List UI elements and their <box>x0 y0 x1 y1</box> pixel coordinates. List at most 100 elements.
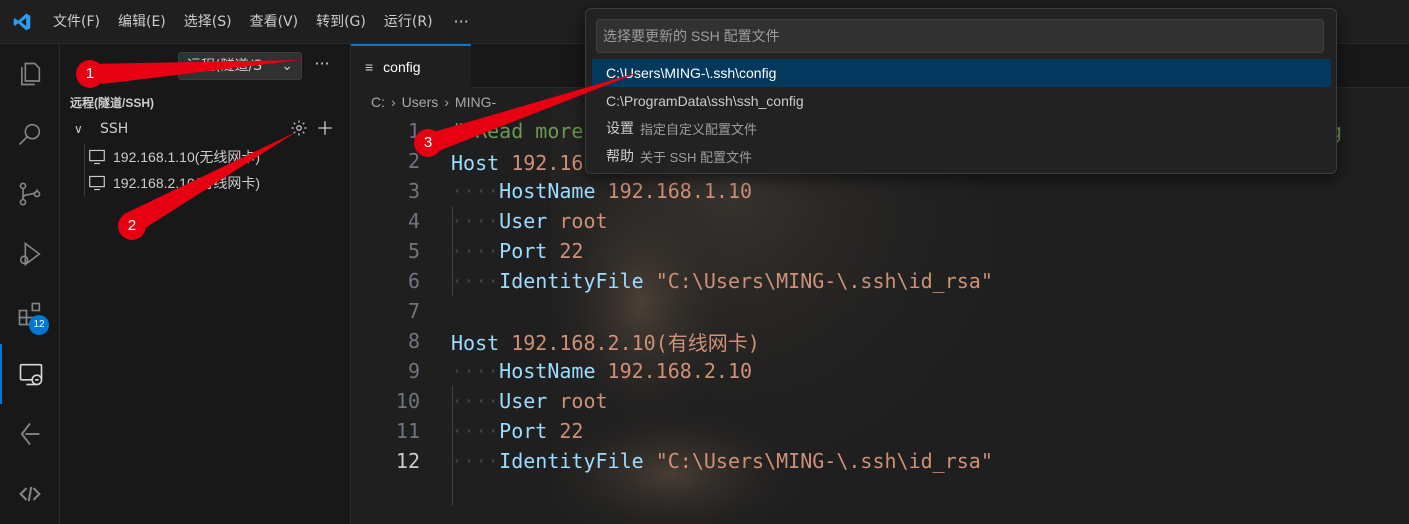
line-number: 12 <box>395 449 420 473</box>
quick-pick-item[interactable]: 帮助 关于 SSH 配置文件 <box>592 142 1331 170</box>
code-line: 4 ····User root <box>351 206 1409 236</box>
code-token: ···· <box>451 179 500 203</box>
code-token: HostName <box>499 179 608 203</box>
code-token: ···· <box>451 359 500 383</box>
line-text: ····User root <box>451 389 608 413</box>
quick-pick-item-label: 设置 <box>606 120 634 136</box>
tab-config[interactable]: ≡ config <box>351 44 471 88</box>
code-token: 22 <box>559 239 584 263</box>
remote-explorer-icon[interactable] <box>0 344 60 404</box>
code-token: Port <box>499 239 560 263</box>
chevron-right-icon: › <box>444 94 449 110</box>
annotation-badge-2: 2 <box>118 212 146 240</box>
code-token: root <box>559 389 608 413</box>
line-number: 7 <box>407 299 420 323</box>
code-line: 5 ····Port 22 <box>351 236 1409 266</box>
quick-pick-item-label: C:\Users\MING-\.ssh\config <box>606 65 777 81</box>
menu-item[interactable]: 运行(R) <box>375 0 442 44</box>
code-token: IdentityFile <box>499 269 656 293</box>
breadcrumb-item[interactable]: C: <box>371 94 385 110</box>
line-number: 11 <box>395 419 420 443</box>
code-token: 22 <box>559 419 584 443</box>
menu-more-button[interactable]: ··· <box>442 12 481 31</box>
menu-item[interactable]: 选择(S) <box>175 0 241 44</box>
chevron-right-icon: › <box>391 94 396 110</box>
git-lens-icon[interactable] <box>0 404 60 464</box>
line-number: 2 <box>407 149 420 173</box>
vscode-logo <box>0 0 44 44</box>
line-text: ····IdentityFile "C:\Users\MING-\.ssh\id… <box>451 269 993 293</box>
run-debug-icon[interactable] <box>0 224 60 284</box>
add-icon[interactable] <box>316 119 334 141</box>
host-label: 192.168.1.10(无线网卡) <box>113 149 261 165</box>
line-number: 4 <box>407 209 420 233</box>
code-token: Host <box>451 330 512 355</box>
line-text: ····Port 22 <box>451 419 583 443</box>
line-number: 6 <box>407 269 420 293</box>
code-token: IdentityFile <box>499 449 656 473</box>
quick-pick-item-label: C:\ProgramData\ssh\ssh_config <box>606 93 804 109</box>
code-token: "C:\Users\MING-\.ssh\id_rsa" <box>655 269 993 293</box>
gear-icon[interactable] <box>290 119 308 141</box>
search-icon[interactable] <box>0 104 60 164</box>
extensions-icon[interactable]: 12 <box>0 284 60 344</box>
code-line: 10 ····User root <box>351 386 1409 416</box>
menu-item[interactable]: 编辑(E) <box>109 0 175 44</box>
code-line: 11 ····Port 22 <box>351 416 1409 446</box>
code-token: ···· <box>451 209 500 233</box>
menu-item[interactable]: 文件(F) <box>44 0 109 44</box>
remote-icon[interactable] <box>0 464 60 524</box>
line-text: ····HostName 192.168.2.10 <box>451 359 752 383</box>
host-label: 192.168.2.10(有线网卡) <box>113 175 261 191</box>
line-number: 5 <box>407 239 420 263</box>
quick-pick-item[interactable]: C:\Users\MING-\.ssh\config <box>592 59 1331 87</box>
code-token: ···· <box>451 269 500 293</box>
chevron-down-icon: ∨ <box>74 122 83 136</box>
quick-pick-item[interactable]: C:\ProgramData\ssh\ssh_config <box>592 87 1331 115</box>
code-line: 3 ····HostName 192.168.1.10 <box>351 176 1409 206</box>
line-text: ····User root <box>451 209 608 233</box>
quick-pick-item-description: 指定自定义配置文件 <box>640 121 758 137</box>
code-token: ···· <box>451 389 500 413</box>
code-token: 192.168.1.10 <box>607 179 753 203</box>
ssh-group-label: SSH <box>100 121 129 137</box>
line-number: 3 <box>407 179 420 203</box>
remote-type-select[interactable]: 远程(隧道/S ⌄ <box>178 52 302 80</box>
quick-pick-item[interactable]: 设置 指定自定义配置文件 <box>592 114 1331 142</box>
breadcrumb: C: › Users › MING- <box>371 94 496 110</box>
code-token: 192.168.2.10 <box>607 359 753 383</box>
code-token: Port <box>499 419 560 443</box>
activity-bar: 12 <box>0 44 60 524</box>
breadcrumb-item[interactable]: Users <box>402 94 439 110</box>
remote-type-select-value: 远程(隧道/S <box>187 58 263 74</box>
line-number: 8 <box>407 329 420 353</box>
code-line: 8 Host 192.168.2.10(有线网卡) <box>351 326 1409 356</box>
annotation-badge-1: 1 <box>76 60 104 88</box>
host-item[interactable]: 192.168.1.10(无线网卡) <box>84 144 324 170</box>
code-line: 12 ····IdentityFile "C:\Users\MING-\.ssh\… <box>351 446 1409 476</box>
code-line: 9 ····HostName 192.168.2.10 <box>351 356 1409 386</box>
code-token: 192.168.2.10(有线网卡) <box>511 330 760 355</box>
code-token: "C:\Users\MING-\.ssh\id_rsa" <box>655 449 993 473</box>
menu-item[interactable]: 转到(G) <box>307 0 375 44</box>
quick-pick-item-label: 帮助 <box>606 148 634 164</box>
breadcrumb-item[interactable]: MING- <box>455 94 496 110</box>
annotation-badge-3: 3 <box>414 129 442 157</box>
remote-explorer-sidebar: 远程(隧道/S ⌄ ··· 远程(隧道/SSH) ∨ SSH 192.168.1… <box>60 44 351 524</box>
source-control-icon[interactable] <box>0 164 60 224</box>
code-token: ···· <box>451 449 500 473</box>
host-item[interactable]: 192.168.2.10(有线网卡) <box>84 170 324 196</box>
extensions-badge: 12 <box>29 315 49 335</box>
monitor-icon <box>85 149 109 165</box>
file-lines-icon: ≡ <box>365 59 374 75</box>
line-text: Host 192.168.2.10(有线网卡) <box>451 327 760 356</box>
code-token: User <box>499 389 560 413</box>
section-title: 远程(隧道/SSH) <box>70 96 155 110</box>
line-number: 1 <box>407 119 420 143</box>
code-line: 7 <box>351 296 1409 326</box>
sidebar-more-button[interactable]: ··· <box>310 52 334 80</box>
quick-pick-input[interactable] <box>596 19 1324 53</box>
menu-item[interactable]: 查看(V) <box>241 0 308 44</box>
explorer-icon[interactable] <box>0 44 60 104</box>
code-token: User <box>499 209 560 233</box>
